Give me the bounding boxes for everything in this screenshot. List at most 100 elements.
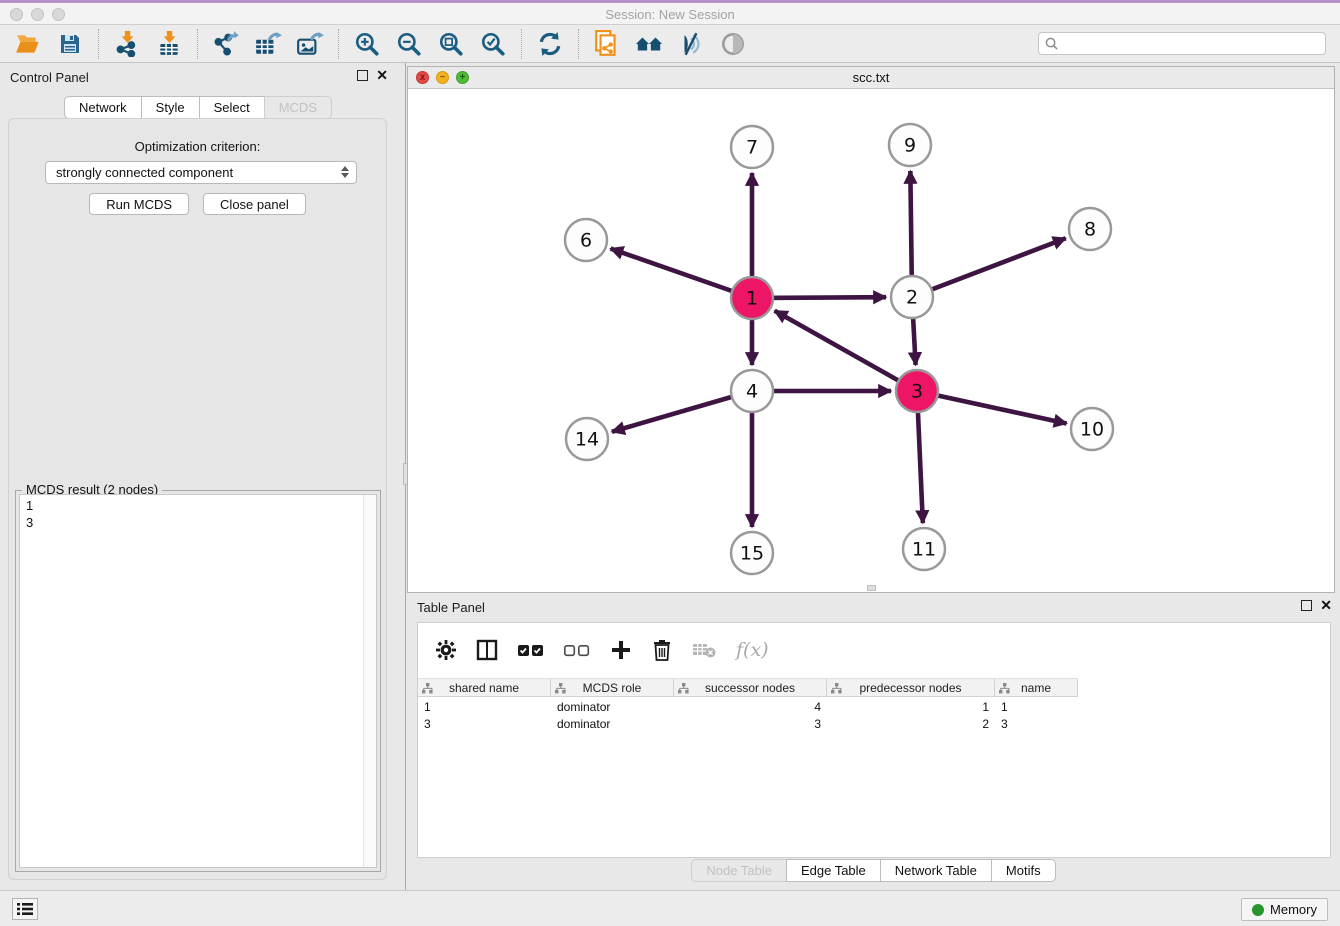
- zoom-out-icon[interactable]: [395, 30, 423, 58]
- network-graph[interactable]: 7 9 6 8 1 2 4 3 14 10 15 11: [408, 89, 1334, 592]
- split-table-view-icon[interactable]: [476, 639, 498, 661]
- select-stepper-icon: [341, 166, 349, 178]
- save-session-icon[interactable]: [56, 30, 84, 58]
- import-network-icon[interactable]: [113, 30, 141, 58]
- network-window-titlebar[interactable]: x − + scc.txt: [408, 67, 1334, 89]
- table-row[interactable]: 1dominator411: [418, 698, 1330, 715]
- node-11[interactable]: 11: [903, 528, 945, 570]
- mcds-result-list[interactable]: 13: [19, 494, 377, 868]
- export-table-icon[interactable]: [254, 30, 282, 58]
- table-cell[interactable]: 1: [827, 698, 995, 715]
- node-3[interactable]: 3: [896, 370, 938, 412]
- open-session-icon[interactable]: [14, 30, 42, 58]
- close-panel-icon[interactable]: ✕: [376, 70, 388, 81]
- column-header-MCDS-role[interactable]: MCDS role: [551, 679, 674, 696]
- table-cell[interactable]: dominator: [551, 698, 674, 715]
- node-4[interactable]: 4: [731, 370, 773, 412]
- table-rows: 1dominator4113dominator323: [418, 698, 1330, 732]
- zoom-selected-icon[interactable]: [479, 30, 507, 58]
- criterion-value: strongly connected component: [56, 165, 233, 180]
- table-cell[interactable]: 3: [418, 715, 551, 732]
- delete-column-icon[interactable]: [652, 639, 672, 661]
- table-tab-edge-table[interactable]: Edge Table: [786, 859, 881, 882]
- tab-network[interactable]: Network: [64, 96, 142, 119]
- deselect-all-columns-icon[interactable]: [564, 644, 590, 657]
- result-scrollbar[interactable]: [363, 495, 376, 867]
- column-header-shared-name[interactable]: shared name: [418, 679, 551, 696]
- run-mcds-button[interactable]: Run MCDS: [89, 193, 189, 215]
- node-table-container: f(x) shared nameMCDS rolesuccessor nodes…: [417, 622, 1331, 858]
- import-table-icon[interactable]: [155, 30, 183, 58]
- list-icon: [17, 902, 33, 916]
- node-10[interactable]: 10: [1071, 408, 1113, 450]
- memory-button[interactable]: Memory: [1241, 898, 1328, 921]
- column-header-name[interactable]: name: [995, 679, 1078, 696]
- search-field[interactable]: [1038, 32, 1326, 55]
- tab-style[interactable]: Style: [141, 96, 200, 119]
- float-panel-icon[interactable]: [357, 70, 368, 81]
- zoom-in-icon[interactable]: [353, 30, 381, 58]
- result-item[interactable]: 3: [26, 514, 370, 531]
- network-view-window: x − + scc.txt 7 9 6 8 1 2 4 3 14 10 15 11: [407, 66, 1335, 593]
- mcds-tab-content: Optimization criterion: strongly connect…: [8, 118, 387, 880]
- float-table-panel-icon[interactable]: [1301, 600, 1312, 611]
- show-graphics-icon[interactable]: [719, 30, 747, 58]
- svg-text:4: 4: [746, 381, 758, 403]
- apply-layout-icon[interactable]: [536, 30, 564, 58]
- node-7[interactable]: 7: [731, 126, 773, 168]
- show-panels-button[interactable]: [12, 898, 38, 920]
- node-1[interactable]: 1: [731, 277, 773, 319]
- table-tab-motifs[interactable]: Motifs: [991, 859, 1056, 882]
- window-resize-handle[interactable]: [867, 585, 876, 591]
- tab-mcds[interactable]: MCDS: [264, 96, 332, 119]
- node-6[interactable]: 6: [565, 219, 607, 261]
- column-header-predecessor-nodes[interactable]: predecessor nodes: [827, 679, 995, 696]
- table-cell[interactable]: 3: [674, 715, 827, 732]
- search-input[interactable]: [1062, 37, 1319, 51]
- tab-select[interactable]: Select: [199, 96, 265, 119]
- svg-text:14: 14: [575, 429, 599, 451]
- table-cell[interactable]: 3: [995, 715, 1078, 732]
- node-2[interactable]: 2: [891, 276, 933, 318]
- table-tab-node-table[interactable]: Node Table: [691, 859, 787, 882]
- node-15[interactable]: 15: [731, 532, 773, 574]
- table-cell[interactable]: 1: [995, 698, 1078, 715]
- criterion-select[interactable]: strongly connected component: [45, 161, 357, 184]
- network-canvas[interactable]: 7 9 6 8 1 2 4 3 14 10 15 11: [408, 89, 1334, 592]
- table-type-tabs: Node TableEdge TableNetwork TableMotifs: [407, 859, 1340, 882]
- table-cell[interactable]: 2: [827, 715, 995, 732]
- main-toolbar: [0, 25, 1340, 63]
- add-column-icon[interactable]: [610, 639, 632, 661]
- hide-graphics-icon[interactable]: [677, 30, 705, 58]
- svg-text:2: 2: [906, 287, 918, 309]
- edge-3-1[interactable]: [775, 311, 917, 391]
- close-table-panel-icon[interactable]: ✕: [1320, 600, 1332, 611]
- first-neighbors-icon[interactable]: [635, 30, 663, 58]
- node-9[interactable]: 9: [889, 124, 931, 166]
- table-settings-icon[interactable]: [436, 640, 456, 660]
- control-panel: Control Panel ✕ NetworkStyleSelectMCDS O…: [0, 63, 396, 890]
- window-title: Session: New Session: [0, 7, 1340, 22]
- table-panel-title: Table Panel: [417, 600, 485, 615]
- svg-text:6: 6: [580, 230, 592, 252]
- table-cell[interactable]: 1: [418, 698, 551, 715]
- edge-3-10[interactable]: [917, 391, 1067, 423]
- table-cell[interactable]: 4: [674, 698, 827, 715]
- close-panel-button[interactable]: Close panel: [203, 193, 306, 215]
- edge-1-6[interactable]: [611, 249, 752, 298]
- select-all-columns-icon[interactable]: [518, 644, 544, 657]
- optimization-criterion-label: Optimization criterion:: [9, 139, 386, 154]
- table-row[interactable]: 3dominator323: [418, 715, 1330, 732]
- column-header-successor-nodes[interactable]: successor nodes: [674, 679, 827, 696]
- node-8[interactable]: 8: [1069, 208, 1111, 250]
- table-tab-network-table[interactable]: Network Table: [880, 859, 992, 882]
- export-network-icon[interactable]: [212, 30, 240, 58]
- clone-network-icon[interactable]: [593, 30, 621, 58]
- svg-text:10: 10: [1080, 419, 1104, 441]
- zoom-fit-icon[interactable]: [437, 30, 465, 58]
- table-cell[interactable]: dominator: [551, 715, 674, 732]
- export-image-icon[interactable]: [296, 30, 324, 58]
- edge-2-8[interactable]: [912, 238, 1066, 297]
- node-14[interactable]: 14: [566, 418, 608, 460]
- result-item[interactable]: 1: [26, 497, 370, 514]
